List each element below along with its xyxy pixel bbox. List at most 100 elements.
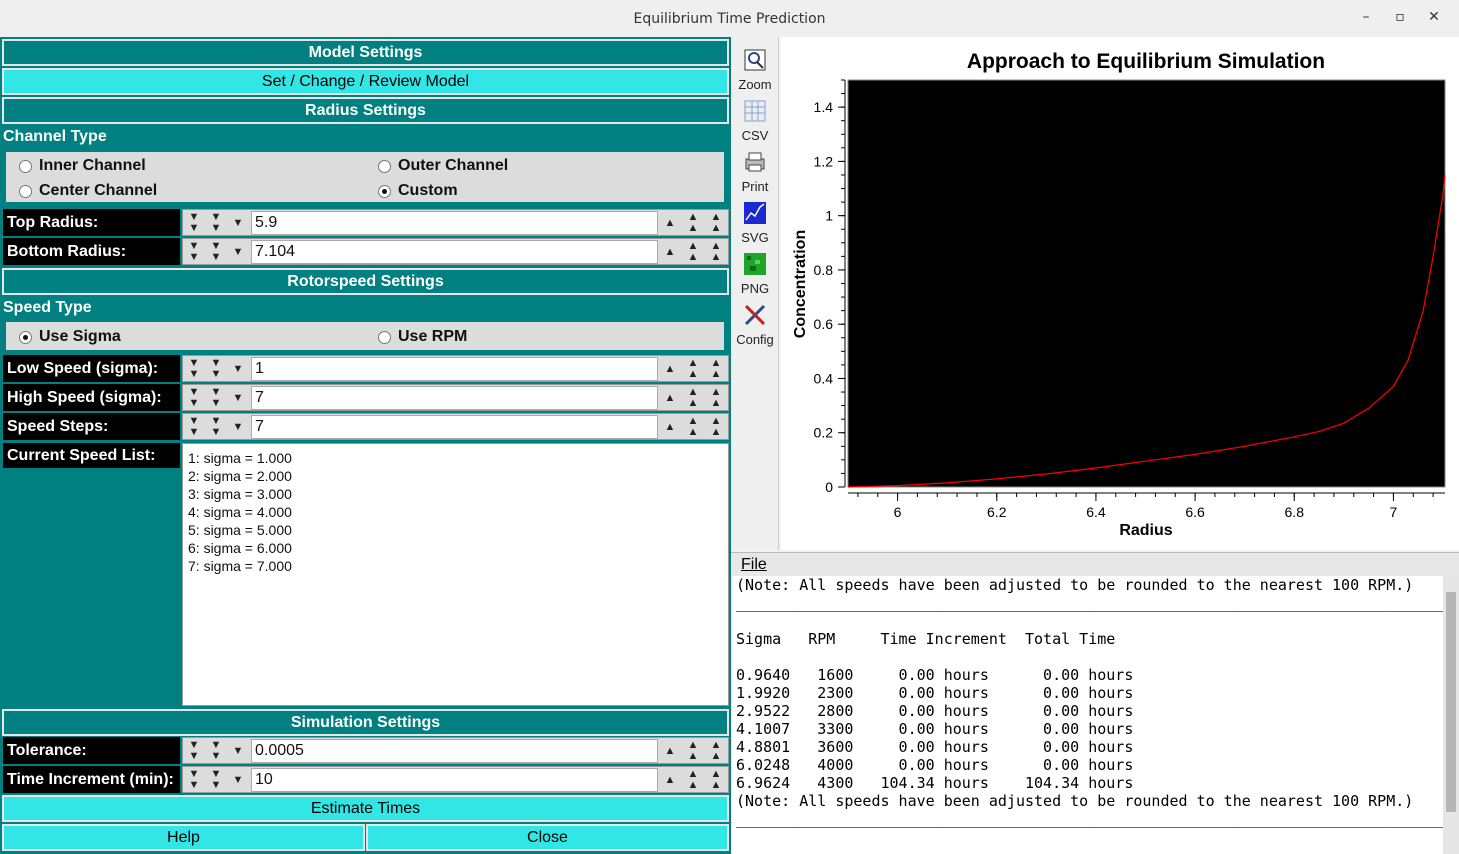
speed-type-label: Speed Type — [3, 299, 92, 316]
fast-decrement-icon[interactable]: ▼ ▼ — [184, 740, 204, 762]
medium-decrement-icon[interactable]: ▼ ▼ — [206, 212, 226, 234]
radio-inner-channel[interactable]: Inner Channel — [19, 157, 146, 175]
rotorspeed-settings-header: Rotorspeed Settings — [2, 268, 729, 295]
speed-list-box[interactable]: 1: sigma = 1.000 2: sigma = 2.000 3: sig… — [182, 443, 729, 706]
radio-dot-icon[interactable] — [19, 184, 32, 198]
fast-increment-icon[interactable]: ▲ ▲ — [706, 358, 726, 380]
low-speed-input[interactable]: 1 — [251, 357, 658, 381]
medium-decrement-icon[interactable]: ▼ ▼ — [206, 241, 226, 263]
decrement-icon[interactable]: ▼ — [228, 769, 248, 791]
fast-increment-icon[interactable]: ▲ ▲ — [706, 387, 726, 409]
increment-icon[interactable]: ▲ — [660, 387, 680, 409]
increment-icon[interactable]: ▲ — [660, 241, 680, 263]
zoom-button[interactable]: Zoom — [733, 43, 777, 92]
radio-outer-channel[interactable]: Outer Channel — [378, 157, 508, 175]
log-scrollbar[interactable] — [1443, 576, 1459, 854]
medium-decrement-icon[interactable]: ▼ ▼ — [206, 416, 226, 438]
time-increment-label: Time Increment (min): — [3, 766, 180, 793]
radio-use-rpm[interactable]: Use RPM — [378, 328, 467, 346]
file-menu[interactable]: File — [741, 556, 767, 574]
fast-increment-icon[interactable]: ▲ ▲ — [706, 241, 726, 263]
decrement-icon[interactable]: ▼ — [228, 358, 248, 380]
list-item: 5: sigma = 5.000 — [188, 522, 292, 538]
speed-steps-label: Speed Steps: — [3, 413, 180, 440]
radio-dot-icon[interactable] — [19, 330, 32, 344]
increment-icon[interactable]: ▲ — [660, 740, 680, 762]
minimize-icon[interactable]: – — [1349, 9, 1383, 25]
fast-decrement-icon[interactable]: ▼ ▼ — [184, 241, 204, 263]
radio-dot-icon[interactable] — [378, 184, 391, 198]
high-speed-input[interactable]: 7 — [251, 386, 658, 410]
radio-center-channel[interactable]: Center Channel — [19, 182, 157, 200]
increment-icon[interactable]: ▲ — [660, 358, 680, 380]
tolerance-input[interactable]: 0.0005 — [251, 739, 658, 763]
csv-label: CSV — [741, 128, 769, 143]
medium-increment-icon[interactable]: ▲ ▲ — [683, 387, 703, 409]
increment-icon[interactable]: ▲ — [660, 212, 680, 234]
results-log[interactable]: (Note: All speeds have been adjusted to … — [731, 576, 1443, 854]
x-axis-title: Radius — [1119, 522, 1172, 539]
medium-increment-icon[interactable]: ▲ ▲ — [683, 241, 703, 263]
radio-dot-icon[interactable] — [378, 330, 391, 344]
increment-icon[interactable]: ▲ — [660, 416, 680, 438]
decrement-icon[interactable]: ▼ — [228, 212, 248, 234]
bottom-radius-input[interactable]: 7.104 — [251, 240, 658, 264]
medium-increment-icon[interactable]: ▲ ▲ — [683, 769, 703, 791]
fast-increment-icon[interactable]: ▲ ▲ — [706, 212, 726, 234]
png-button[interactable]: PNG — [733, 247, 777, 296]
close-icon[interactable]: ✕ — [1417, 9, 1451, 25]
radio-use-sigma[interactable]: Use Sigma — [19, 328, 121, 346]
radio-label: Custom — [398, 182, 458, 199]
fast-decrement-icon[interactable]: ▼ ▼ — [184, 212, 204, 234]
fast-increment-icon[interactable]: ▲ ▲ — [706, 769, 726, 791]
speed-steps-input[interactable]: 7 — [251, 415, 658, 439]
estimate-times-button[interactable]: Estimate Times — [2, 795, 729, 822]
config-label: Config — [736, 332, 774, 347]
top-radius-input[interactable]: 5.9 — [251, 211, 658, 235]
speed-type-group: Use Sigma Use RPM — [6, 322, 724, 350]
fast-increment-icon[interactable]: ▲ ▲ — [706, 740, 726, 762]
fast-decrement-icon[interactable]: ▼ ▼ — [184, 387, 204, 409]
time-increment-counter: ▼ ▼ ▼ ▼ ▼ 10 ▲ ▲ ▲ ▲ ▲ — [182, 766, 729, 793]
close-button[interactable]: Close — [366, 824, 729, 851]
zoom-icon — [744, 49, 766, 71]
list-item: 3: sigma = 3.000 — [188, 486, 292, 502]
set-model-button[interactable]: Set / Change / Review Model — [2, 68, 729, 95]
time-increment-input[interactable]: 10 — [251, 768, 658, 792]
radio-label: Use RPM — [398, 328, 468, 345]
radio-custom[interactable]: Custom — [378, 182, 458, 200]
medium-increment-icon[interactable]: ▲ ▲ — [683, 358, 703, 380]
fast-decrement-icon[interactable]: ▼ ▼ — [184, 358, 204, 380]
fast-decrement-icon[interactable]: ▼ ▼ — [184, 769, 204, 791]
radio-dot-icon[interactable] — [378, 159, 391, 173]
config-button[interactable]: Config — [733, 298, 777, 347]
plot-background — [847, 79, 1446, 488]
decrement-icon[interactable]: ▼ — [228, 416, 248, 438]
medium-increment-icon[interactable]: ▲ ▲ — [683, 212, 703, 234]
low-speed-counter: ▼ ▼ ▼ ▼ ▼ 1 ▲ ▲ ▲ ▲ ▲ — [182, 355, 729, 382]
scrollbar-thumb[interactable] — [1446, 592, 1456, 812]
medium-decrement-icon[interactable]: ▼ ▼ — [206, 769, 226, 791]
decrement-icon[interactable]: ▼ — [228, 387, 248, 409]
radio-dot-icon[interactable] — [19, 159, 32, 173]
help-button[interactable]: Help — [2, 824, 365, 851]
fast-decrement-icon[interactable]: ▼ ▼ — [184, 416, 204, 438]
model-settings-header: Model Settings — [2, 39, 729, 66]
fast-increment-icon[interactable]: ▲ ▲ — [706, 416, 726, 438]
maximize-icon[interactable]: ▫ — [1383, 9, 1417, 25]
decrement-icon[interactable]: ▼ — [228, 241, 248, 263]
svg-button[interactable]: SVG — [733, 196, 777, 245]
results-panel: Zoom CSV Print SVG PNG Config Approach t… — [731, 37, 1459, 854]
medium-increment-icon[interactable]: ▲ ▲ — [683, 740, 703, 762]
medium-decrement-icon[interactable]: ▼ ▼ — [206, 387, 226, 409]
medium-increment-icon[interactable]: ▲ ▲ — [683, 416, 703, 438]
increment-icon[interactable]: ▲ — [660, 769, 680, 791]
medium-decrement-icon[interactable]: ▼ ▼ — [206, 740, 226, 762]
medium-decrement-icon[interactable]: ▼ ▼ — [206, 358, 226, 380]
decrement-icon[interactable]: ▼ — [228, 740, 248, 762]
log-line: 4.8801 3600 0.00 hours 0.00 hours — [736, 738, 1134, 756]
tolerance-label: Tolerance: — [3, 737, 180, 764]
log-line: (Note: All speeds have been adjusted to … — [736, 792, 1414, 810]
csv-button[interactable]: CSV — [733, 94, 777, 143]
print-button[interactable]: Print — [733, 145, 777, 194]
